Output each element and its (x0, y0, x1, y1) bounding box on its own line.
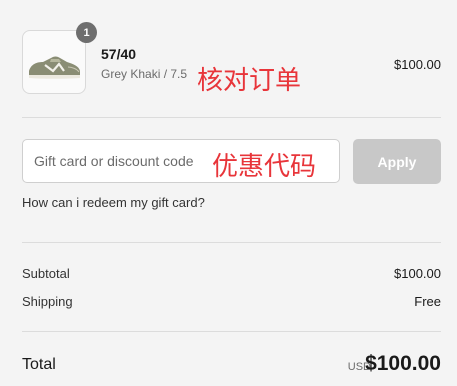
product-price: $100.00 (394, 57, 441, 72)
order-review-annotation: 核对订单 (197, 66, 302, 96)
total-label: Total (22, 356, 56, 373)
product-thumbnail: 1 (22, 22, 97, 94)
discount-field[interactable]: 优惠代码 (22, 139, 340, 183)
divider (22, 117, 441, 118)
sneaker-image (29, 56, 80, 79)
apply-button[interactable]: Apply (353, 139, 441, 184)
discount-code-input[interactable] (23, 140, 339, 182)
gift-card-help-link[interactable]: How can i redeem my gift card? (22, 195, 205, 210)
product-variant: Grey Khaki / 7.5 (101, 67, 188, 81)
shipping-label: Shipping (22, 294, 73, 309)
subtotal-label: Subtotal (22, 266, 70, 281)
quantity-badge: 1 (76, 22, 97, 43)
subtotal-value: $100.00 (394, 266, 441, 281)
line-item: 1 57/40 Grey Khaki / 7.5 核对订单 $100.00 (22, 22, 441, 96)
divider (22, 242, 441, 243)
divider (22, 331, 441, 332)
total-value: $100.00 (365, 352, 441, 375)
shipping-value: Free (414, 294, 441, 309)
product-name: 57/40 (101, 46, 137, 62)
